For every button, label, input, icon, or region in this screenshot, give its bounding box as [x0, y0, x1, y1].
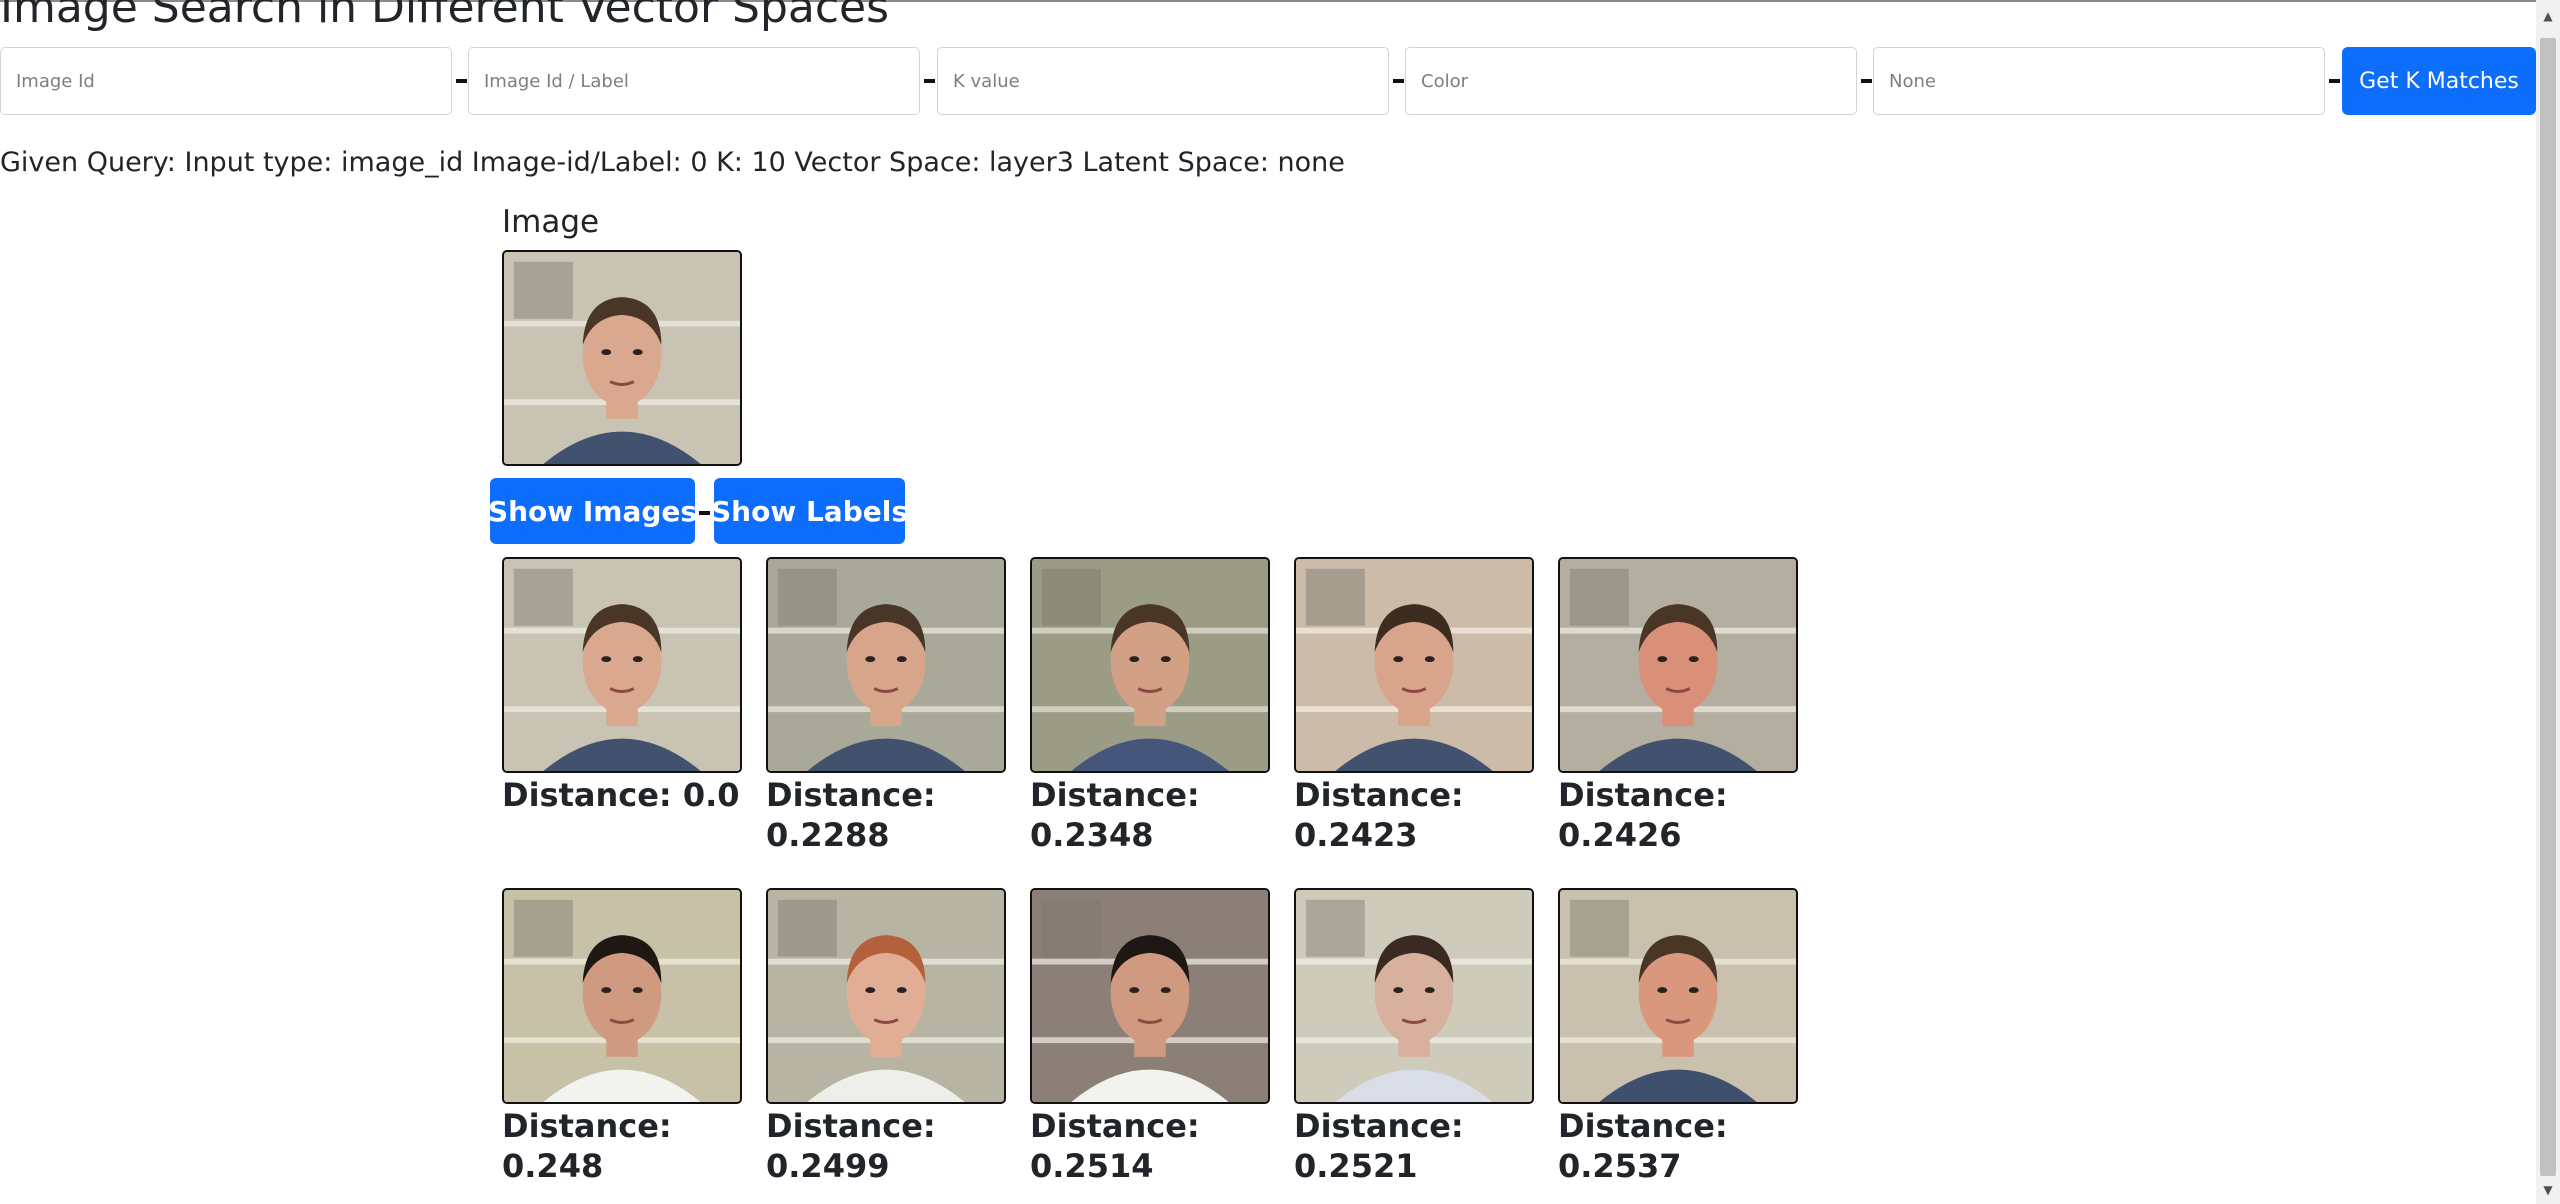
query-summary: Given Query: Input type: image_id Image-…: [0, 147, 1345, 178]
result-image[interactable]: [766, 888, 1006, 1104]
query-image-heading: Image: [502, 204, 600, 240]
separator: [456, 79, 467, 83]
query-image: [502, 250, 742, 466]
show-labels-button[interactable]: Show Labels: [711, 478, 908, 544]
scroll-down-arrow-icon[interactable]: ▼: [2536, 1180, 2560, 1200]
result-distance: Distance: 0.2499: [766, 1107, 936, 1185]
face-photo-icon: [768, 559, 1004, 771]
face-photo-icon: [1296, 890, 1532, 1102]
result-distance: Distance: 0.2514: [1030, 1107, 1200, 1185]
image-id-label-input[interactable]: [468, 47, 920, 115]
result-distance: Distance: 0.2537: [1558, 1107, 1728, 1185]
result-image[interactable]: [1030, 888, 1270, 1104]
separator: [924, 79, 935, 83]
separator: [699, 511, 710, 515]
face-photo-icon: [504, 890, 740, 1102]
image-id-input[interactable]: [0, 47, 452, 115]
result-image[interactable]: [502, 888, 742, 1104]
result-image[interactable]: [766, 557, 1006, 773]
separator: [1861, 79, 1872, 83]
face-photo-icon: [1560, 559, 1796, 771]
latent-space-input[interactable]: [1873, 47, 2325, 115]
result-image[interactable]: [1294, 888, 1534, 1104]
result-distance: Distance: 0.2288: [766, 776, 936, 854]
face-photo-icon: [504, 559, 740, 771]
face-photo-icon: [504, 252, 740, 464]
result-distance: Distance: 0.2348: [1030, 776, 1200, 854]
face-photo-icon: [1560, 890, 1796, 1102]
separator: [2329, 79, 2340, 83]
vector-space-input[interactable]: [1405, 47, 1857, 115]
result-image[interactable]: [1558, 557, 1798, 773]
page-title: Image Search in Different Vector Spaces: [0, 0, 890, 33]
result-distance: Distance: 0.2423: [1294, 776, 1464, 854]
result-distance: Distance: 0.248: [502, 1107, 672, 1185]
face-photo-icon: [768, 890, 1004, 1102]
result-distance: Distance: 0.2521: [1294, 1107, 1464, 1185]
scroll-up-arrow-icon[interactable]: ▲: [2536, 6, 2560, 26]
result-image[interactable]: [1558, 888, 1798, 1104]
face-photo-icon: [1032, 559, 1268, 771]
face-photo-icon: [1032, 890, 1268, 1102]
result-distance: Distance: 0.2426: [1558, 776, 1728, 854]
result-image[interactable]: [1294, 557, 1534, 773]
separator: [1393, 79, 1404, 83]
get-k-matches-button[interactable]: Get K Matches: [2342, 47, 2536, 115]
search-controls: Get K Matches: [0, 47, 2536, 115]
k-value-input[interactable]: [937, 47, 1389, 115]
show-images-button[interactable]: Show Images: [488, 478, 697, 544]
face-photo-icon: [1296, 559, 1532, 771]
result-image[interactable]: [502, 557, 742, 773]
result-distance: Distance: 0.0: [502, 776, 740, 814]
result-image[interactable]: [1030, 557, 1270, 773]
scrollbar-thumb[interactable]: [2540, 38, 2556, 1176]
